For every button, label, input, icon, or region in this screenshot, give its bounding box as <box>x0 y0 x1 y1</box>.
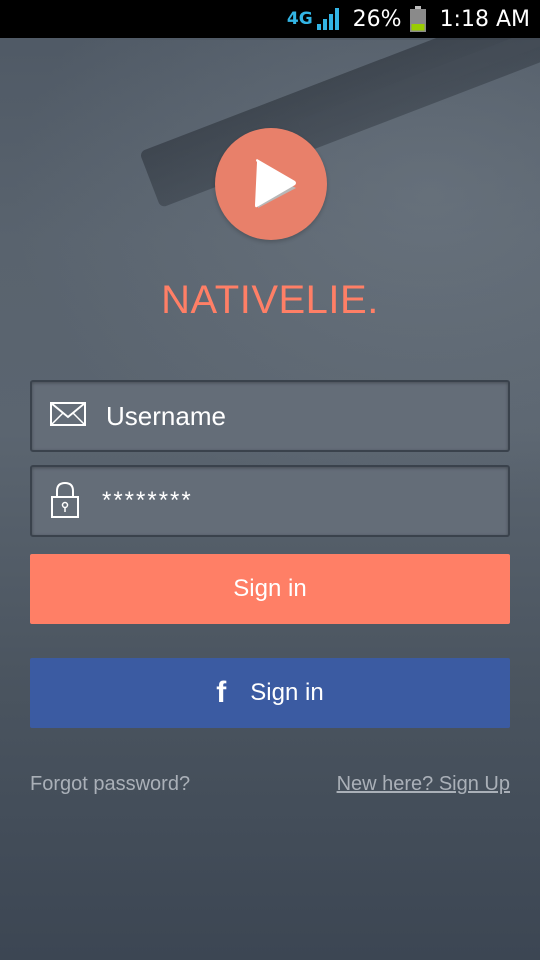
app-title: NATIVELIE. <box>161 278 379 322</box>
mail-icon <box>50 402 86 426</box>
password-input[interactable] <box>102 467 492 535</box>
status-bar: 4G 26% 1:18 AM <box>0 0 540 38</box>
play-icon <box>255 159 296 208</box>
app-logo <box>215 128 327 240</box>
facebook-sign-in-button[interactable]: f Sign in <box>30 658 510 728</box>
lock-icon <box>51 481 79 518</box>
signal-icon <box>316 8 339 30</box>
battery-percent: 26% <box>352 6 402 32</box>
network-type: 4G <box>286 9 313 29</box>
battery-icon <box>409 6 426 32</box>
login-screen: 4G 26% 1:18 AM NATIVELIE. Username *****… <box>0 0 540 960</box>
username-input[interactable] <box>106 382 496 450</box>
forgot-password-link[interactable]: Forgot password? <box>30 773 190 796</box>
sign-in-label: Sign in <box>233 575 307 602</box>
clock: 1:18 AM <box>439 6 530 32</box>
facebook-icon: f <box>216 676 227 709</box>
password-field[interactable] <box>30 465 510 537</box>
username-field[interactable] <box>30 380 510 452</box>
sign-in-button[interactable]: Sign in <box>30 554 510 624</box>
sign-up-link[interactable]: New here? Sign Up <box>337 773 510 796</box>
facebook-sign-in-label: Sign in <box>250 679 324 706</box>
